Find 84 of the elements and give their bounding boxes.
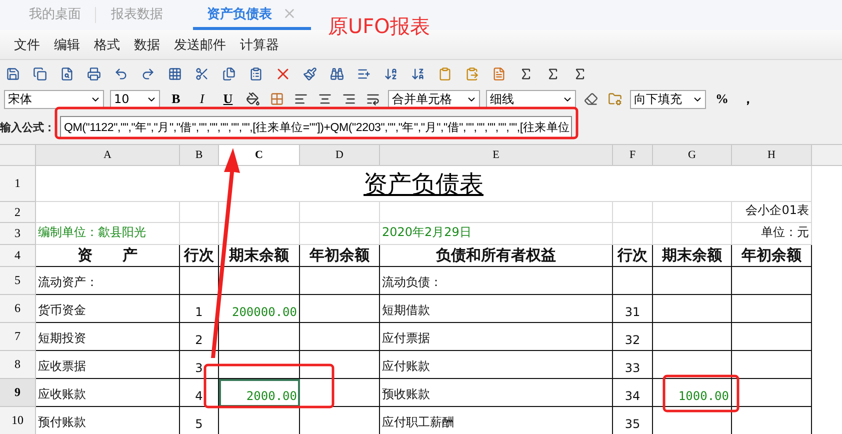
table-cell: 短期借款 — [380, 295, 613, 323]
documents-icon[interactable] — [220, 65, 238, 83]
table-cell: 2000.00 — [219, 379, 300, 407]
table-cell: 预付账款 — [36, 407, 180, 434]
table-cell: 33 — [613, 351, 653, 379]
table-cell: 应收账款 — [36, 379, 180, 407]
settings-icon[interactable] — [606, 90, 624, 108]
format-button[interactable]: B — [166, 91, 186, 107]
table-cell: 短期投资 — [36, 323, 180, 351]
table-header-cell: 期末余额 — [653, 245, 732, 267]
row-header[interactable]: 2 — [0, 202, 36, 223]
menu-item[interactable]: 格式 — [94, 36, 120, 54]
table-header-cell: 资 产 — [36, 245, 180, 267]
table-cell — [613, 223, 653, 245]
table-header-cell: 行次 — [613, 245, 653, 267]
save-icon[interactable] — [4, 65, 22, 83]
table-cell: 2020年2月29日 — [380, 223, 613, 245]
formula-field[interactable]: QM("1122","","年","月","借","","","","","",[往来单位=""])+QM("2203","","年","月","借","","","","","",[往来单位 — [60, 116, 572, 139]
brush-icon[interactable] — [301, 65, 319, 83]
column-header[interactable]: B — [180, 145, 219, 166]
table-cell: 会小企01表 — [732, 202, 812, 223]
copy-icon[interactable] — [31, 65, 49, 83]
menu-item[interactable]: 编辑 — [54, 36, 80, 54]
annotation-label: 原UFO报表 — [328, 13, 430, 40]
fill-select[interactable]: 向下填充 — [630, 90, 706, 108]
table-header-cell: 年初余额 — [732, 245, 812, 267]
table-cell: 34 — [613, 379, 653, 407]
table-cell — [180, 223, 219, 245]
table-header-cell: 负债和所有者权益 — [380, 245, 613, 267]
table-cell — [613, 267, 653, 295]
table-cell: 应收票据 — [36, 351, 180, 379]
table-cell: 编制单位：歙县阳光 — [36, 223, 180, 245]
table-cell: 35 — [613, 407, 653, 434]
row-header[interactable]: 5 — [0, 267, 36, 295]
menu-item[interactable]: 发送邮件 — [174, 36, 226, 54]
table-cell: 应付账款 — [380, 351, 613, 379]
row-header[interactable]: 10 — [0, 407, 36, 434]
column-header[interactable]: C — [219, 145, 300, 166]
column-header[interactable]: F — [613, 145, 653, 166]
table-cell: 预收账款 — [380, 379, 613, 407]
formula-label: 输入公式： — [0, 120, 56, 135]
column-header[interactable]: D — [300, 145, 380, 166]
column-header[interactable]: E — [380, 145, 613, 166]
row-header[interactable]: 3 — [0, 223, 36, 245]
table-cell: 货币资金 — [36, 295, 180, 323]
format-button[interactable]: I — [192, 91, 212, 107]
grid-icon[interactable] — [166, 65, 184, 83]
sheet-title: 资产负债表 — [364, 168, 484, 200]
table-cell: 31 — [613, 295, 653, 323]
row-header[interactable]: 9 — [0, 379, 36, 407]
size-select[interactable]: 10 — [110, 90, 160, 108]
format-button[interactable]: U — [218, 91, 238, 107]
row-header[interactable]: 6 — [0, 295, 36, 323]
column-header[interactable]: A — [36, 145, 180, 166]
table-cell: 4 — [180, 379, 219, 407]
format-button[interactable]: ， — [738, 90, 758, 108]
table-header-cell: 年初余额 — [300, 245, 380, 267]
menu-item[interactable]: 数据 — [134, 36, 160, 54]
row-header[interactable]: 4 — [0, 245, 36, 267]
table-cell: 流动资产： — [36, 267, 180, 295]
column-header[interactable]: H — [732, 145, 812, 166]
format-button[interactable]: % — [712, 91, 732, 107]
column-header[interactable]: G — [653, 145, 732, 166]
fill-color-icon[interactable] — [244, 90, 262, 108]
table-cell: 应付票据 — [380, 323, 613, 351]
menu-item[interactable]: 计算器 — [240, 36, 279, 54]
menu-item[interactable]: 文件 — [14, 36, 40, 54]
merge-select[interactable]: 合并单元格 — [388, 90, 480, 108]
table-cell: 应付职工薪酬 — [380, 407, 613, 434]
font-select[interactable]: 宋体 — [4, 90, 104, 108]
table-cell: 5 — [180, 407, 219, 434]
border-icon[interactable] — [268, 90, 286, 108]
table-cell: 32 — [613, 323, 653, 351]
row-header[interactable]: 8 — [0, 351, 36, 379]
table-header-cell: 行次 — [180, 245, 219, 267]
table-cell: 单位：元 — [732, 223, 812, 245]
row-header[interactable]: 7 — [0, 323, 36, 351]
binoculars-icon[interactable] — [328, 65, 346, 83]
row-header[interactable]: 1 — [0, 166, 36, 202]
print-icon[interactable] — [85, 65, 103, 83]
line-select[interactable]: 细线 — [486, 90, 576, 108]
table-cell: 流动负债： — [380, 267, 613, 295]
eraser-icon[interactable] — [582, 90, 600, 108]
table-cell: 1000.00 — [653, 379, 732, 407]
